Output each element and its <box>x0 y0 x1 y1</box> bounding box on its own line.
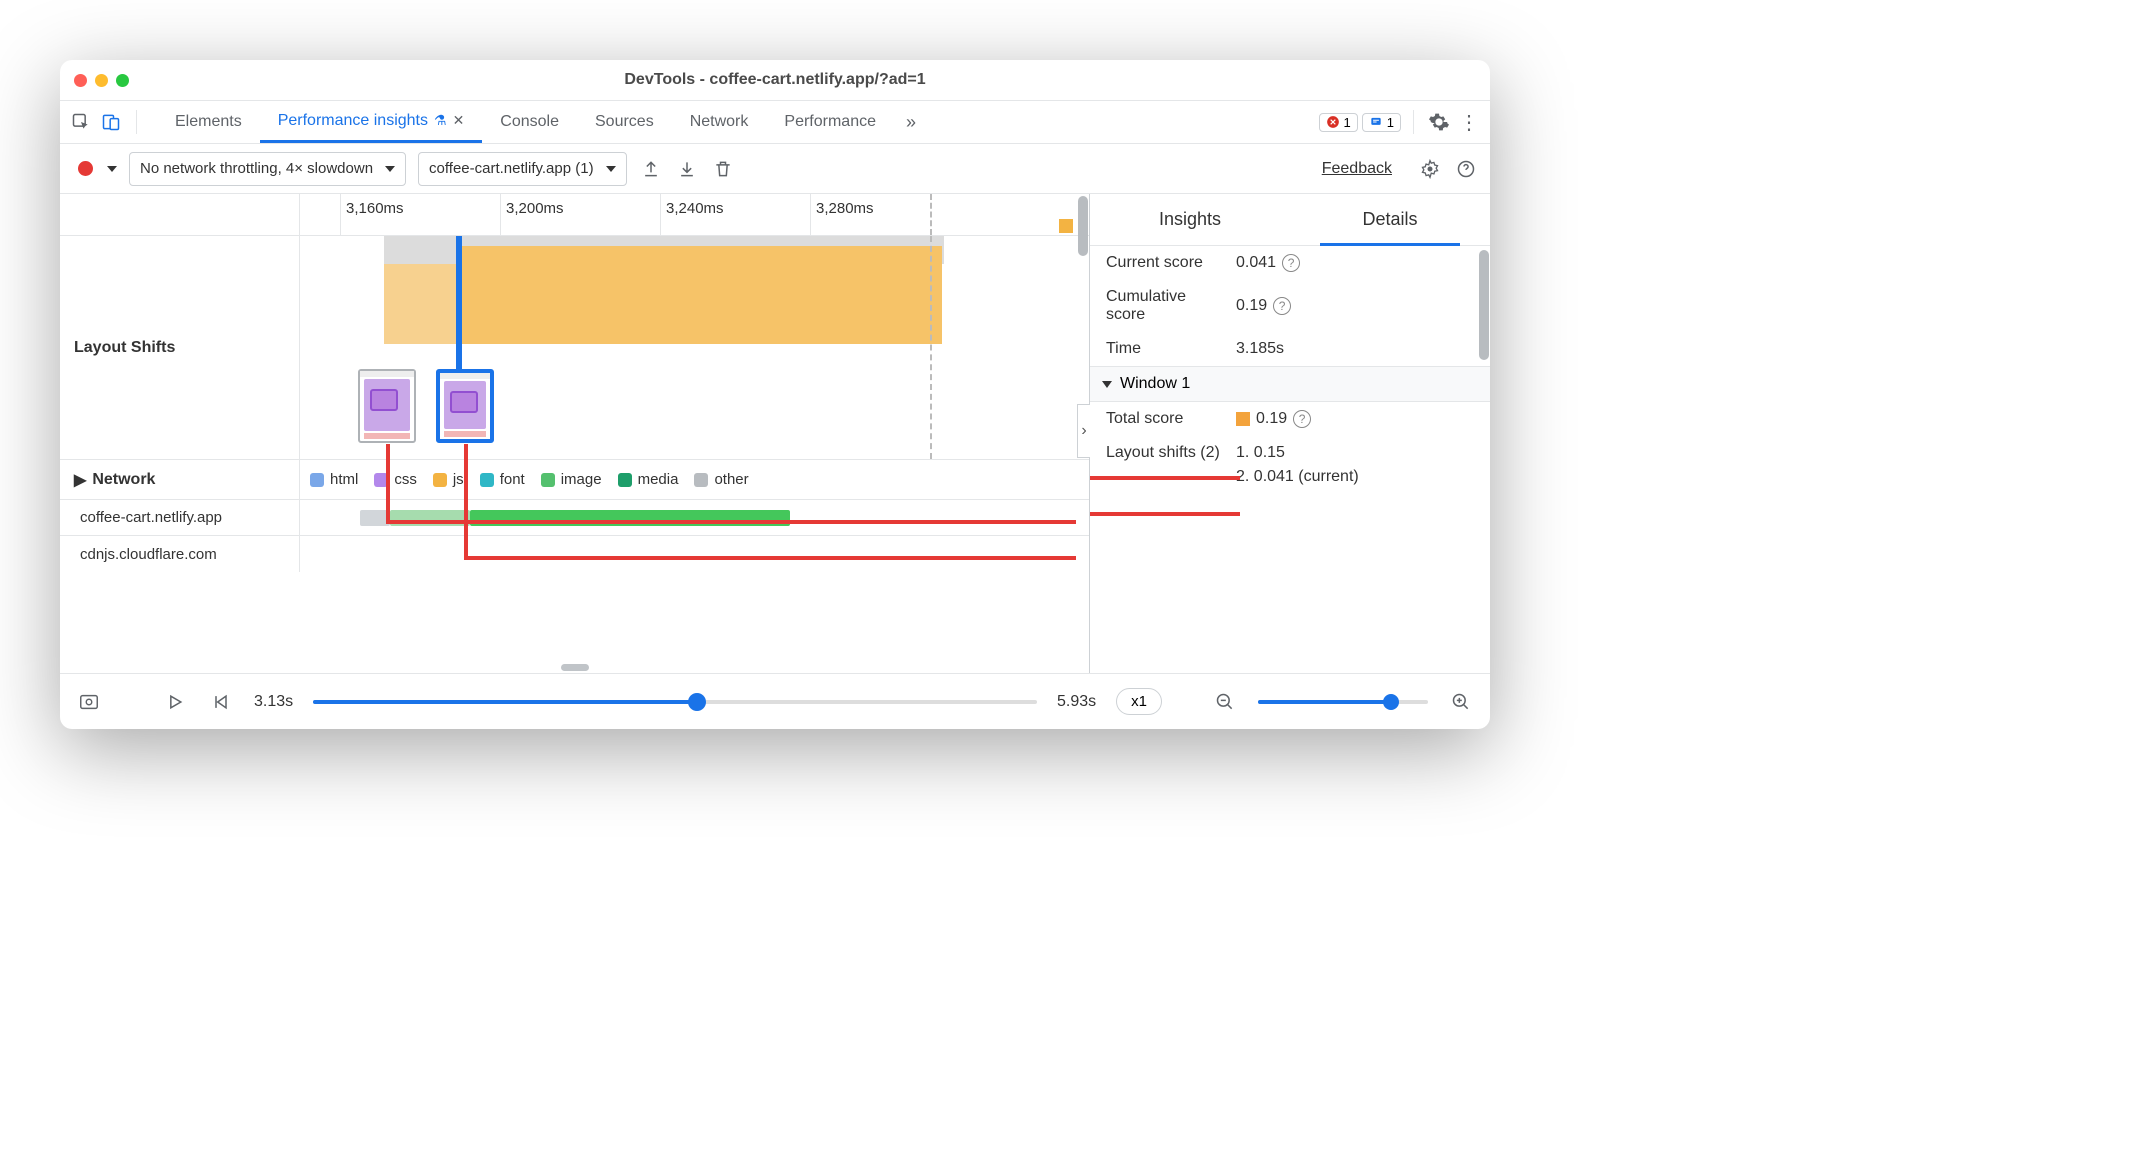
tab-performance-insights[interactable]: Performance insights ⚗ ✕ <box>260 101 483 143</box>
throttling-select[interactable]: No network throttling, 4× slowdown <box>129 152 406 186</box>
horizontal-scrollbar[interactable] <box>561 664 589 671</box>
tab-details[interactable]: Details <box>1290 194 1490 245</box>
device-toggle-icon[interactable] <box>98 109 124 135</box>
timeline-panel: 3,160ms 3,200ms 3,240ms 3,280ms Layout S… <box>60 194 1090 673</box>
more-tabs-icon[interactable]: » <box>898 109 924 135</box>
help-icon[interactable]: ? <box>1282 254 1300 272</box>
score-color-icon <box>1236 412 1250 426</box>
recording-toolbar: No network throttling, 4× slowdown coffe… <box>60 144 1490 194</box>
rewind-icon[interactable] <box>208 689 234 715</box>
ruler-label <box>60 194 300 235</box>
layout-shifts-list-row: Layout shifts (2) 1. 0.15 2. 0.041 (curr… <box>1090 436 1490 494</box>
help-icon[interactable] <box>1454 157 1478 181</box>
timeline-marker-icon[interactable] <box>1059 219 1073 233</box>
ruler-tick: 3,280ms <box>816 200 874 217</box>
tab-console[interactable]: Console <box>482 101 577 143</box>
titlebar: DevTools - coffee-cart.netlify.app/?ad=1 <box>60 60 1490 100</box>
cumulative-score-row: Cumulative score 0.19? <box>1090 280 1490 332</box>
details-panel: › Insights Details Current score 0.041? … <box>1090 194 1490 673</box>
recording-select[interactable]: coffee-cart.netlify.app (1) <box>418 152 627 186</box>
side-tabs: Insights Details <box>1090 194 1490 246</box>
toggle-visibility-icon[interactable] <box>76 689 102 715</box>
layout-shift-thumbnail-selected[interactable] <box>436 369 494 443</box>
window-section-header[interactable]: Window 1 <box>1090 366 1490 402</box>
layout-shift-thumbnail[interactable] <box>358 369 416 443</box>
total-score-row: Total score 0.19? <box>1090 402 1490 436</box>
panel-tabs: Elements Performance insights ⚗ ✕ Consol… <box>157 101 894 143</box>
help-icon[interactable]: ? <box>1273 297 1291 315</box>
layout-shifts-row: Layout Shifts <box>60 236 1089 460</box>
playback-bar: 3.13s 5.93s x1 <box>60 673 1490 729</box>
play-icon[interactable] <box>162 689 188 715</box>
traffic-lights <box>74 74 129 87</box>
vertical-scrollbar[interactable] <box>1479 250 1489 360</box>
playback-start-time: 3.13s <box>254 693 293 711</box>
feedback-link[interactable]: Feedback <box>1322 160 1392 178</box>
tab-insights[interactable]: Insights <box>1090 194 1290 245</box>
current-score-row: Current score 0.041? <box>1090 246 1490 280</box>
help-icon[interactable]: ? <box>1293 410 1311 428</box>
tab-elements[interactable]: Elements <box>157 101 260 143</box>
layout-shifts-label: Layout Shifts <box>60 236 300 459</box>
record-button[interactable] <box>78 161 93 176</box>
download-icon[interactable] <box>675 157 699 181</box>
minimize-window-icon[interactable] <box>95 74 108 87</box>
maximize-window-icon[interactable] <box>116 74 129 87</box>
time-ruler[interactable]: 3,160ms 3,200ms 3,240ms 3,280ms <box>60 194 1089 236</box>
ruler-tick: 3,200ms <box>506 200 564 217</box>
close-tab-icon[interactable]: ✕ <box>453 112 465 129</box>
collapse-panel-icon[interactable]: › <box>1077 404 1090 458</box>
time-row: Time 3.185s <box>1090 332 1490 366</box>
zoom-out-icon[interactable] <box>1212 689 1238 715</box>
kebab-menu-icon[interactable]: ⋮ <box>1456 109 1482 135</box>
record-options-icon[interactable] <box>107 166 117 172</box>
tab-performance[interactable]: Performance <box>766 101 894 143</box>
ruler-tick: 3,160ms <box>346 200 404 217</box>
network-host-row[interactable]: coffee-cart.netlify.app <box>60 500 1089 536</box>
zoom-in-icon[interactable] <box>1448 689 1474 715</box>
flask-icon: ⚗ <box>434 112 447 129</box>
panel-settings-icon[interactable] <box>1418 157 1442 181</box>
network-label[interactable]: ▶ Network <box>60 460 300 499</box>
error-badge[interactable]: 1 <box>1319 113 1358 132</box>
network-host-row[interactable]: cdnjs.cloudflare.com <box>60 536 1089 572</box>
playback-slider[interactable] <box>313 700 1037 704</box>
window-title: DevTools - coffee-cart.netlify.app/?ad=1 <box>60 71 1490 89</box>
network-header-row: ▶ Network html css js font image media o… <box>60 460 1089 500</box>
tab-network[interactable]: Network <box>672 101 767 143</box>
inspect-icon[interactable] <box>68 109 94 135</box>
playback-speed[interactable]: x1 <box>1116 688 1162 715</box>
main-toolbar: Elements Performance insights ⚗ ✕ Consol… <box>60 100 1490 144</box>
content-area: 3,160ms 3,200ms 3,240ms 3,280ms Layout S… <box>60 194 1490 673</box>
tab-sources[interactable]: Sources <box>577 101 672 143</box>
delete-icon[interactable] <box>711 157 735 181</box>
network-legend: html css js font image media other <box>300 460 1089 499</box>
layout-shift-item[interactable]: 2. 0.041 (current) <box>1236 468 1359 486</box>
layout-shift-item[interactable]: 1. 0.15 <box>1236 444 1285 462</box>
settings-icon[interactable] <box>1426 109 1452 135</box>
upload-icon[interactable] <box>639 157 663 181</box>
devtools-window: DevTools - coffee-cart.netlify.app/?ad=1… <box>60 60 1490 729</box>
playback-end-time: 5.93s <box>1057 693 1096 711</box>
expand-icon: ▶ <box>74 470 86 490</box>
ruler-tick: 3,240ms <box>666 200 724 217</box>
close-window-icon[interactable] <box>74 74 87 87</box>
zoom-slider[interactable] <box>1258 700 1428 704</box>
collapse-icon <box>1102 381 1112 388</box>
info-badge[interactable]: 1 <box>1362 113 1401 132</box>
